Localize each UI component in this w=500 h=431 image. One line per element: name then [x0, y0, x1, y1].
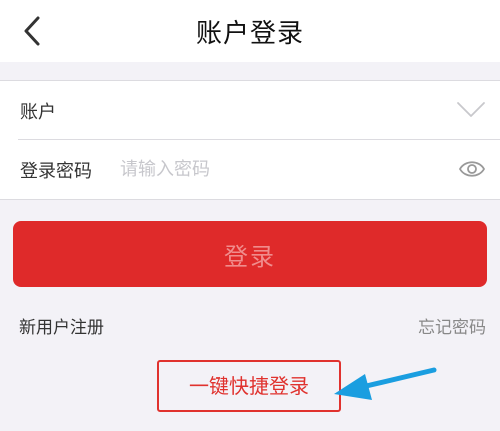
account-row: 账户 — [0, 81, 500, 140]
account-input[interactable] — [0, 81, 440, 139]
password-label: 登录密码 — [20, 161, 92, 182]
login-button[interactable]: 登录 — [13, 221, 487, 287]
forgot-password-link[interactable]: 忘记密码 — [418, 313, 486, 338]
quick-login-button[interactable]: 一键快捷登录 — [157, 360, 341, 412]
chevron-down-icon[interactable] — [456, 95, 486, 125]
register-link[interactable]: 新用户注册 — [19, 313, 104, 338]
password-row: 登录密码 — [0, 140, 500, 198]
page-title: 账户登录 — [195, 19, 304, 49]
navigation-bar: 账户登录 — [0, 0, 500, 62]
password-input[interactable] — [120, 149, 440, 189]
login-form: 账户 登录密码 — [0, 80, 500, 200]
blue-arrow-left-icon — [334, 367, 437, 400]
eye-icon[interactable] — [458, 156, 486, 182]
